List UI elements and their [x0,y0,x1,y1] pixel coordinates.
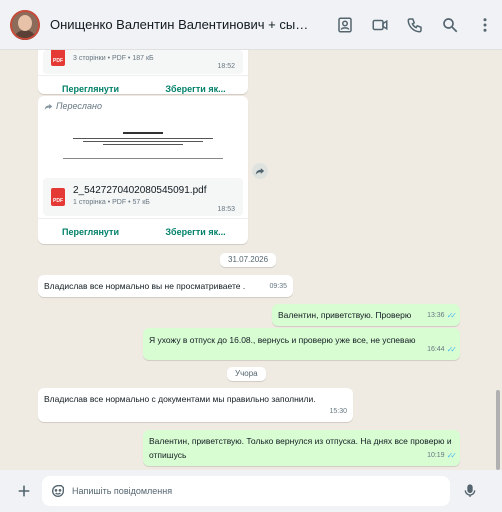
avatar[interactable] [10,9,40,40]
view-button[interactable]: Переглянути [38,219,143,244]
contact-card-icon[interactable] [327,10,362,40]
message-time: 18:52 [217,63,235,70]
plus-icon[interactable] [12,479,36,503]
forwarded-label: Переслано [44,101,102,111]
pdf-icon: PDF [51,50,65,66]
read-ticks-icon: ✓✓ [446,311,458,320]
message-incoming[interactable]: Владислав все нормально с документами мы… [38,388,353,422]
more-vertical-icon[interactable] [467,10,502,40]
document-message-1: PDF 3 сторінки • PDF • 187 кБ 18:52 Пере… [38,50,248,94]
chat-area[interactable]: PDF 3 сторінки • PDF • 187 кБ 18:52 Пере… [0,50,502,470]
message-time: 10:19 ✓✓ [427,449,458,463]
message-input[interactable] [72,486,412,496]
message-time: 15:30 [329,408,347,415]
forward-button[interactable] [252,163,268,179]
pdf-icon: PDF [51,188,65,206]
message-outgoing[interactable]: Валентин, приветствую. Только вернулся и… [143,430,460,466]
forward-icon [255,168,265,175]
read-ticks-icon: ✓✓ [446,345,458,354]
message-text: Валентин, приветствую. Только вернулся и… [149,436,452,460]
read-ticks-icon: ✓✓ [446,451,458,460]
message-outgoing[interactable]: Валентин, приветствую. Проверю 13:36 ✓✓ [272,304,460,326]
message-composer[interactable] [42,476,450,506]
message-incoming[interactable]: Владислав все нормально вы не просматрив… [38,275,293,297]
scrollbar[interactable] [496,390,500,470]
date-separator: 31.07.2026 [220,253,277,267]
file-row[interactable]: PDF 3 сторінки • PDF • 187 кБ 18:52 [43,50,243,74]
message-text: Владислав все нормально с документами мы… [44,394,316,404]
sticker-icon[interactable] [46,479,70,503]
file-meta: 3 сторінки • PDF • 187 кБ [73,55,154,62]
message-time: 16:44 ✓✓ [427,343,458,357]
message-text: Валентин, приветствую. Проверю [278,310,412,320]
date-separator: Учора [227,367,266,381]
file-meta: 1 сторінка • PDF • 57 кБ [73,199,150,206]
document-preview[interactable] [43,114,243,176]
composer-bar [0,470,502,512]
message-time: 09:35 [269,283,287,290]
file-row[interactable]: PDF 2_5427270402080545091.pdf 1 сторінка… [43,178,243,216]
search-icon[interactable] [432,10,467,40]
message-time: 18:53 [217,206,235,213]
message-time: 13:36 ✓✓ [427,309,458,323]
chat-header: Онищенко Валентин Валентинович + сын Они… [0,0,502,50]
message-outgoing[interactable]: Я ухожу в отпуск до 16.08., вернусь и пр… [143,328,460,360]
forwarded-icon [44,103,53,110]
message-text: Владислав все нормально вы не просматрив… [44,281,246,291]
chat-title[interactable]: Онищенко Валентин Валентинович + сын Они… [50,17,315,32]
message-text: Я ухожу в отпуск до 16.08., вернусь и пр… [149,335,416,345]
mic-icon[interactable] [458,479,482,503]
phone-icon[interactable] [397,10,432,40]
video-call-icon[interactable] [362,10,397,40]
file-name: 2_5427270402080545091.pdf [73,185,207,196]
save-as-button[interactable]: Зберегти як... [143,219,248,244]
document-message-2: Переслано PDF 2_5427270402080545091.pdf … [38,96,248,244]
